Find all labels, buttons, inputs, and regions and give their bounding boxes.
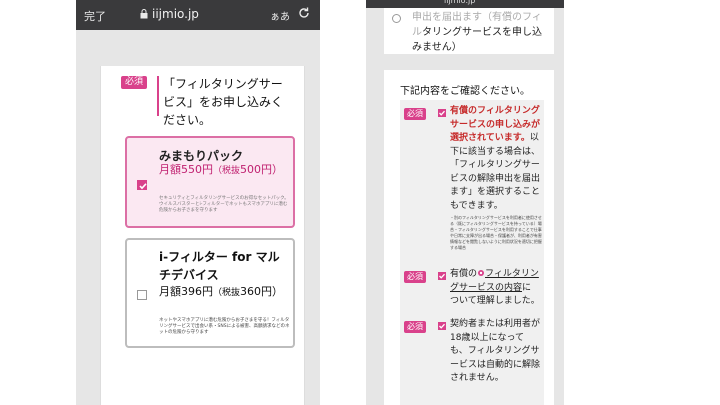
right-screenshot: iijmio.jp 申出を届出ます（有償のフィルタリングサービスを申し込みません…: [366, 0, 564, 405]
option-title: i-フィルター for マルチデバイス: [159, 250, 280, 282]
browser-toolbar: 完了 iijmio.jp ぁあ: [76, 0, 320, 30]
address-bar[interactable]: iijmio.jp: [444, 0, 475, 5]
lock-icon: [140, 9, 148, 19]
option-i-filter[interactable]: i-フィルター for マルチデバイス 月額396円（税抜360円） ネットやス…: [125, 238, 295, 348]
option-description: ネットやスマホアプリに潜む危険からお子さまを守る！フィルタリングサービスで出会い…: [159, 318, 290, 335]
checkbox-checked-icon[interactable]: [137, 180, 147, 190]
question-text: 「フィルタリングサービス」をお申し込みください。: [163, 77, 284, 127]
text-size-button[interactable]: ぁあ: [270, 8, 290, 23]
checkbox-empty-icon[interactable]: [137, 290, 147, 300]
url-text: iijmio.jp: [152, 7, 199, 21]
option-price: 月額396円（税抜360円）: [159, 285, 284, 298]
reload-icon[interactable]: [297, 6, 311, 20]
required-badge: 必須: [121, 76, 148, 89]
gear-icon: [478, 270, 485, 276]
confirmation-heading: 下記内容をご確認ください。: [400, 86, 530, 97]
confirm-item-text: 契約者または利用者が18歳以上になっても、フィルタリングサービスは自動的に解除さ…: [450, 319, 541, 383]
option-mimamori-pack[interactable]: みまもりパック 月額550円（税抜500円） セキュリティとフィルタリングサービ…: [125, 136, 295, 228]
radio-icon[interactable]: [392, 14, 401, 23]
checkbox-checked-icon[interactable]: [438, 109, 446, 117]
browser-toolbar: iijmio.jp: [366, 0, 564, 8]
decline-option-card[interactable]: 申出を届出ます（有償のフィルタリングサービスを申し込みません）: [384, 8, 554, 54]
accent-divider: [157, 76, 159, 116]
decline-option-text: 申出を届出ます（有償のフィルタリングサービスを申し込みません）: [412, 12, 542, 53]
address-bar[interactable]: iijmio.jp: [140, 7, 199, 21]
filtering-question-card: 必須 「フィルタリングサービス」をお申し込みください。 みまもりパック 月額55…: [100, 66, 305, 405]
required-badge: 必須: [404, 108, 426, 120]
confirm-item-notes: ・別のフィルタリングサービスを利用者に使用させる（既にフィルタリングサービスを持…: [450, 215, 542, 250]
done-button[interactable]: 完了: [84, 8, 106, 24]
option-description: セキュリティとフィルタリングサービスのお得なセットパック。ウイルスバスターとi-…: [159, 196, 289, 213]
required-badge: 必須: [404, 271, 426, 283]
required-badge: 必須: [404, 321, 426, 333]
confirmation-card: 下記内容をご確認ください。 必須 有償のフィルタリングサービスの申し込みが選択さ…: [384, 70, 554, 405]
question-header: 必須 「フィルタリングサービス」をお申し込みください。: [101, 66, 306, 127]
left-screenshot: 完了 iijmio.jp ぁあ 必須 「フィルタリングサービス」をお申し込みくだ…: [76, 0, 320, 405]
checkbox-checked-icon[interactable]: [438, 272, 446, 280]
confirm-item-text: 有償のフィルタリングサービスの申し込みが選択されています。以下に該当する場合は、…: [450, 106, 541, 211]
confirm-item-text: 有償の フィルタリングサービスの内容について理解しました。: [450, 269, 540, 306]
checkbox-checked-icon[interactable]: [438, 322, 446, 330]
confirmation-list: 必須 有償のフィルタリングサービスの申し込みが選択されています。以下に該当する場…: [400, 100, 544, 405]
option-price: 月額550円（税抜500円）: [159, 163, 284, 176]
